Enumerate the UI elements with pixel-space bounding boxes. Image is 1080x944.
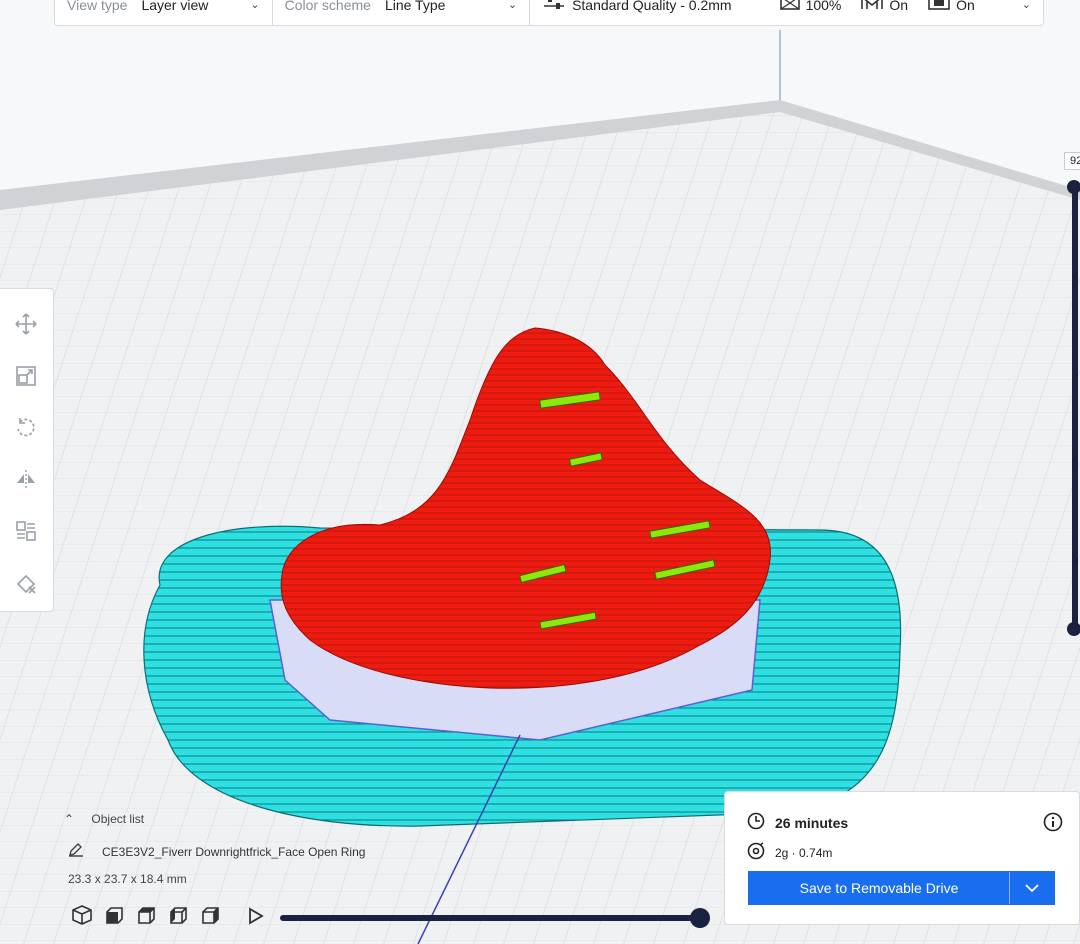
rotate-icon xyxy=(15,417,37,444)
support-value: On xyxy=(889,0,909,13)
support-icon xyxy=(861,0,884,13)
layer-slider-top-handle[interactable] xyxy=(1067,180,1080,194)
info-icon xyxy=(1043,812,1063,836)
chevron-down-icon: ⌄ xyxy=(1021,0,1031,11)
object-name-row[interactable]: CE3E3V2_Fiverr Downrightfrick_Face Open … xyxy=(68,843,365,860)
play-icon xyxy=(248,906,264,930)
per-model-settings-button[interactable] xyxy=(6,515,46,553)
front-view-icon xyxy=(103,904,125,931)
right-view-icon xyxy=(199,904,221,931)
current-layer-label[interactable]: 92 xyxy=(1064,152,1080,170)
chevron-up-icon: ⌃ xyxy=(64,812,75,826)
infill-value: 100% xyxy=(805,0,842,13)
per-model-settings-icon xyxy=(15,520,37,547)
path-slider-track[interactable] xyxy=(280,915,700,921)
view-type-dropdown[interactable]: View type Layer view ⌄ xyxy=(55,0,273,25)
infill-icon xyxy=(779,0,800,13)
material-usage: 2g · 0.74m xyxy=(775,845,833,860)
chevron-down-icon[interactable] xyxy=(1009,872,1054,904)
color-scheme-label: Color scheme xyxy=(284,0,371,13)
print-details-info-button[interactable] xyxy=(1043,812,1063,837)
scale-icon xyxy=(15,365,37,392)
filament-spool-icon xyxy=(747,842,765,863)
left-view-button[interactable] xyxy=(162,904,194,930)
object-list-header: Object list xyxy=(91,812,145,826)
quality-profile-value: Standard Quality - 0.2mm xyxy=(572,0,732,13)
adhesion-value: On xyxy=(956,0,975,13)
transform-toolbar xyxy=(0,288,54,612)
play-simulation-button[interactable] xyxy=(244,906,268,930)
scale-tool-button[interactable] xyxy=(6,360,46,398)
color-scheme-value: Line Type xyxy=(384,0,446,13)
view-settings-toolbar: View type Layer view ⌄ Color scheme Line… xyxy=(54,0,1044,26)
mirror-tool-button[interactable] xyxy=(6,463,46,501)
view-type-label: View type xyxy=(67,0,128,13)
top-view-button[interactable] xyxy=(130,904,162,930)
object-name: CE3E3V2_Fiverr Downrightfrick_Face Open … xyxy=(102,844,366,859)
adhesion-icon xyxy=(928,0,950,13)
layer-slider-bottom-handle[interactable] xyxy=(1067,622,1080,636)
pencil-icon xyxy=(68,843,84,860)
layer-slider-track[interactable] xyxy=(1072,186,1078,630)
left-view-icon xyxy=(167,904,189,931)
save-button-label: Save to Removable Drive xyxy=(799,880,959,896)
print-information-panel: 26 minutes 2g · 0.74m Save to Removable … xyxy=(724,791,1080,925)
color-scheme-dropdown[interactable]: Color scheme Line Type ⌄ xyxy=(273,0,531,25)
chevron-down-icon: ⌄ xyxy=(507,0,518,11)
object-dimensions: 23.3 x 23.7 x 18.4 mm xyxy=(68,872,187,886)
rotate-tool-button[interactable] xyxy=(6,411,46,449)
save-to-removable-drive-button[interactable]: Save to Removable Drive xyxy=(748,871,1055,905)
chevron-down-icon: ⌄ xyxy=(250,0,260,11)
print-time-row: 26 minutes xyxy=(747,812,848,833)
material-usage-row: 2g · 0.74m xyxy=(747,842,832,863)
view-type-value: Layer view xyxy=(141,0,209,13)
support-blocker-icon xyxy=(15,572,37,599)
top-view-icon xyxy=(135,904,157,931)
mirror-icon xyxy=(15,468,37,495)
3d-view-button[interactable] xyxy=(66,904,98,930)
object-list-toggle[interactable]: ⌃ Object list xyxy=(64,812,144,826)
front-view-button[interactable] xyxy=(98,904,130,930)
clock-icon xyxy=(747,812,765,833)
path-slider-handle[interactable] xyxy=(690,908,710,928)
support-blocker-button[interactable] xyxy=(6,566,46,604)
3d-view-icon xyxy=(71,904,93,931)
right-view-button[interactable] xyxy=(194,904,226,930)
quality-sliders-icon xyxy=(542,0,566,13)
camera-view-buttons xyxy=(66,904,226,930)
move-icon xyxy=(15,313,37,340)
move-tool-button[interactable] xyxy=(6,308,46,346)
print-settings-selector[interactable]: Standard Quality - 0.2mm 100% On On ⌄ xyxy=(530,0,1043,25)
print-time: 26 minutes xyxy=(775,814,849,831)
